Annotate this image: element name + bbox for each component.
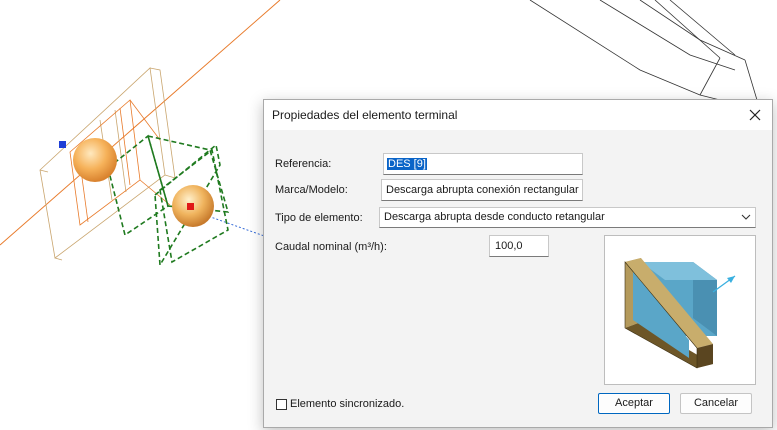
- caudal-label: Caudal nominal (m³/h):: [275, 241, 387, 253]
- properties-dialog: Propiedades del elemento terminal Refere…: [263, 99, 773, 428]
- marca-value: Descarga abrupta conexión rectangular: [386, 184, 579, 196]
- wireframe-object-top: [529, 0, 761, 111]
- cancel-button[interactable]: Cancelar: [680, 393, 752, 414]
- caudal-value: 100,0: [495, 240, 523, 252]
- cad-axis-line: [0, 0, 281, 246]
- cad-guide-line: [204, 214, 271, 239]
- tipo-value: Descarga abrupta desde conducto retangul…: [384, 211, 605, 223]
- referencia-input[interactable]: DES [9]: [383, 153, 583, 175]
- diffuser-preview-image: [624, 258, 736, 369]
- element-preview: [604, 235, 756, 385]
- referencia-label: Referencia:: [275, 158, 332, 170]
- referencia-value: DES [9]: [387, 158, 427, 170]
- grip-blue: [59, 141, 66, 148]
- close-button[interactable]: [742, 103, 768, 127]
- dialog-title: Propiedades del elemento terminal: [272, 108, 458, 122]
- chevron-down-icon: [741, 214, 751, 220]
- marca-label: Marca/Modelo:: [275, 184, 348, 196]
- tipo-select[interactable]: Descarga abrupta desde conducto retangul…: [379, 207, 756, 228]
- accept-button[interactable]: Aceptar: [598, 393, 670, 414]
- sphere-marker-1: [73, 138, 117, 182]
- sync-checkbox[interactable]: Elemento sincronizado.: [276, 398, 404, 410]
- marca-input[interactable]: Descarga abrupta conexión rectangular: [381, 179, 583, 201]
- checkbox-box[interactable]: [276, 398, 287, 410]
- dialog-titlebar: Propiedades del elemento terminal: [264, 100, 772, 130]
- caudal-input[interactable]: 100,0: [489, 235, 549, 257]
- sync-label: Elemento sincronizado.: [290, 398, 405, 410]
- grip-red: [187, 203, 194, 210]
- tipo-label: Tipo de elemento:: [275, 212, 363, 224]
- close-icon: [749, 109, 761, 121]
